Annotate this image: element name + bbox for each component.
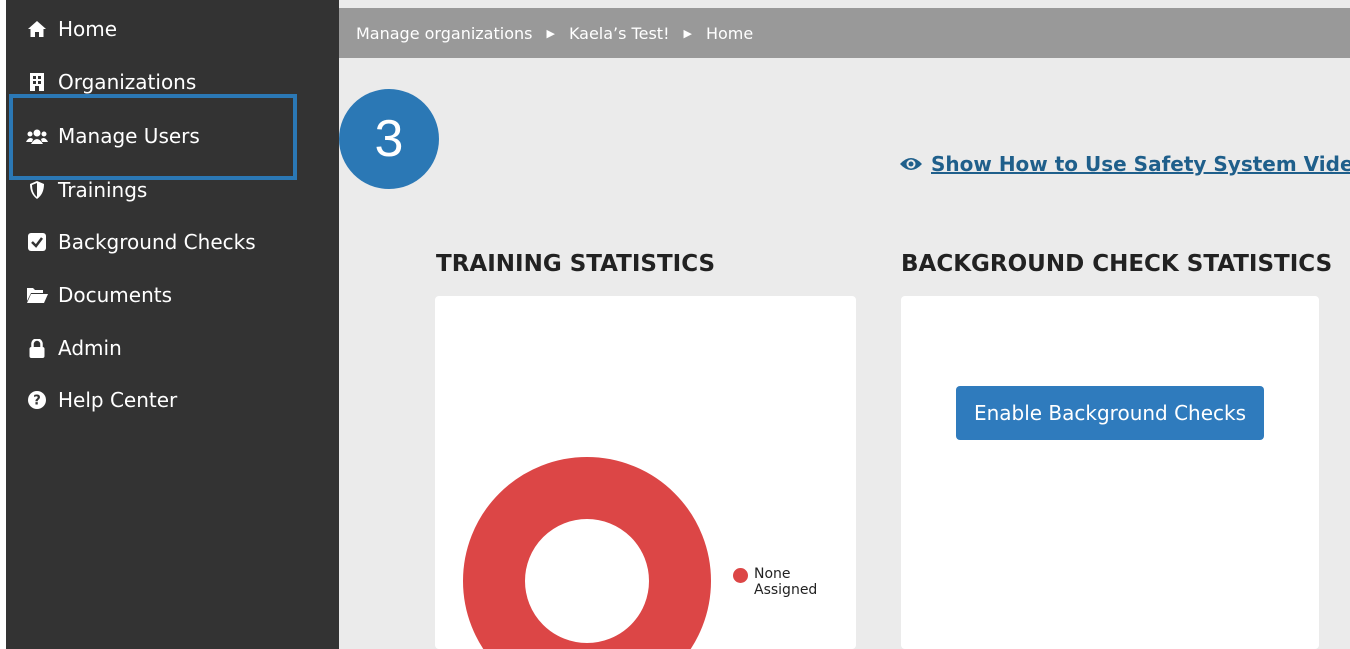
eye-icon [899,156,923,172]
question-circle-icon: ? [26,391,48,409]
breadcrumb: Manage organizations ▶ Kaela’s Test! ▶ H… [339,8,1350,58]
sidebar-item-label: Background Checks [58,230,256,254]
training-statistics-card: None Assigned [435,296,856,649]
sidebar-item-home[interactable]: Home [26,17,117,41]
sidebar-item-admin[interactable]: Admin [26,336,122,360]
folder-open-icon [26,287,48,303]
chart-legend: None Assigned [733,566,817,598]
sidebar-item-label: Documents [58,283,173,307]
enable-background-checks-button[interactable]: Enable Background Checks [956,386,1264,440]
annotation-highlight-box [9,94,297,180]
sidebar-item-organizations[interactable]: Organizations [26,70,196,94]
breadcrumb-item[interactable]: Manage organizations [356,24,532,43]
background-check-card: Enable Background Checks [901,296,1319,649]
sidebar-item-label: Trainings [58,178,148,202]
legend-label-line-2: Assigned [754,582,818,598]
sidebar-item-label: Home [58,17,118,41]
building-icon [26,73,48,91]
caret-right-icon: ▶ [683,26,692,40]
main-content: Manage organizations ▶ Kaela’s Test! ▶ H… [339,0,1350,649]
show-video-link-label: Show How to Use Safety System Video [931,152,1350,176]
sidebar-item-label: Admin [58,336,122,360]
legend-label-line-1: None [754,566,791,582]
show-video-link[interactable]: Show How to Use Safety System Video [899,152,1350,176]
training-statistics-title: TRAINING STATISTICS [436,251,716,277]
breadcrumb-item[interactable]: Kaela’s Test! [569,24,670,43]
lock-icon [26,338,48,358]
caret-right-icon: ▶ [546,26,555,40]
shield-icon [26,181,48,199]
home-icon [26,20,48,38]
legend-swatch [733,568,748,583]
svg-text:?: ? [33,394,41,409]
sidebar-item-background-checks[interactable]: Background Checks [26,230,256,254]
breadcrumb-item[interactable]: Home [706,24,753,43]
background-check-statistics-title: BACKGROUND CHECK STATISTICS [901,251,1333,277]
pie-slice [463,457,711,649]
sidebar-item-label: Organizations [58,70,197,94]
sidebar-item-documents[interactable]: Documents [26,283,172,307]
step-number-badge: 3 [339,89,439,189]
sidebar-item-help-center[interactable]: ? Help Center [26,388,177,412]
sidebar-item-trainings[interactable]: Trainings [26,178,147,202]
checkbox-icon [26,233,48,251]
sidebar-item-label: Help Center [58,388,178,412]
